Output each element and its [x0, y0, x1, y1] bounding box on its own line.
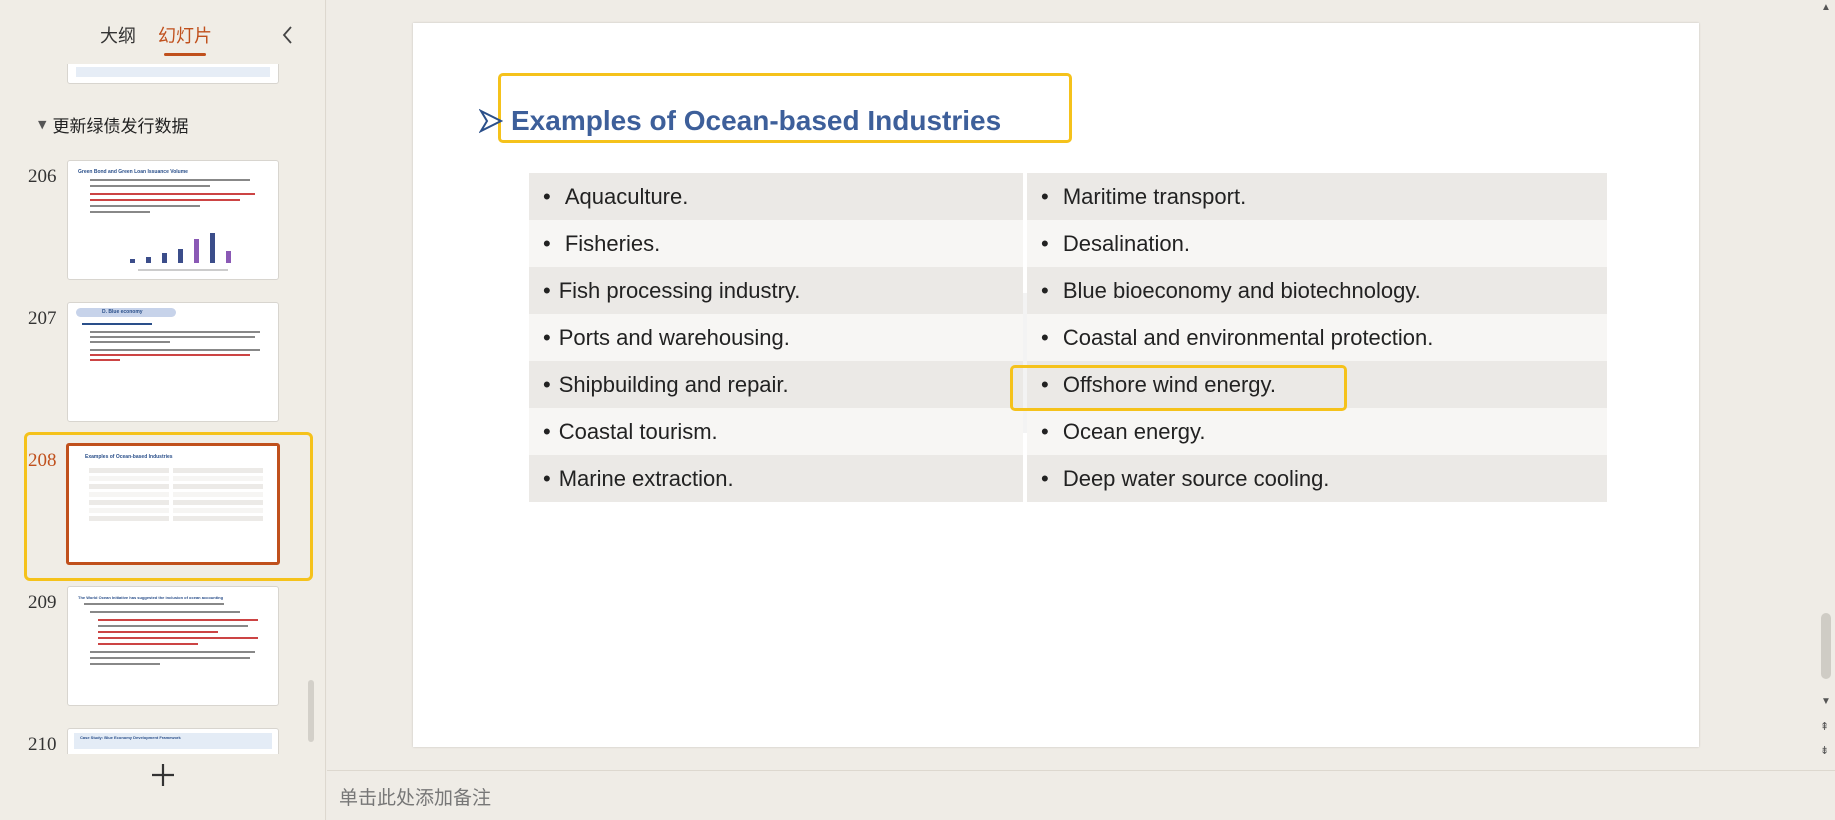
- panel-tabs: 大纲 幻灯片: [100, 22, 212, 56]
- slide-thumbnail-209[interactable]: The World Ocean Initiative has suggested…: [67, 586, 279, 706]
- plus-icon[interactable]: [148, 760, 178, 790]
- thumbnail-title: Case Study: Blue Economy Development Fra…: [80, 735, 181, 740]
- table-cell[interactable]: • Coastal and environmental protection.: [1027, 314, 1607, 361]
- thumbnail-title: Examples of Ocean-based Industries: [85, 454, 173, 460]
- table-cell[interactable]: • Fisheries.: [529, 220, 1023, 267]
- vertical-scrollbar[interactable]: ▲ ▼ ⇞ ⇟: [1817, 0, 1835, 800]
- table-cell[interactable]: • Maritime transport.: [1027, 173, 1607, 220]
- scroll-up-icon[interactable]: ▲: [1821, 2, 1831, 13]
- previous-slide-icon[interactable]: ⇞: [1820, 720, 1829, 733]
- slide-number: 208: [28, 450, 57, 471]
- slide-number: 209: [28, 592, 57, 613]
- table-cell[interactable]: • Desalination.: [1027, 220, 1607, 267]
- section-title: 更新绿债发行数据: [52, 117, 189, 137]
- slide-number: 207: [28, 308, 57, 329]
- thumbnail-title: D. Blue economy: [102, 309, 143, 315]
- slide-editor[interactable]: Examples of Ocean-based Industries • Aqu…: [327, 0, 1817, 770]
- scroll-down-icon[interactable]: ▼: [1821, 696, 1831, 707]
- table-cell[interactable]: • Fish processing industry.: [529, 267, 1023, 314]
- table-cell[interactable]: • Aquaculture.: [529, 173, 1023, 220]
- slide-thumbnail-206[interactable]: Green Bond and Green Loan Issuance Volum…: [67, 160, 279, 280]
- tab-outline[interactable]: 大纲: [100, 22, 136, 56]
- chevron-left-icon[interactable]: [280, 24, 296, 46]
- thumbnail-title: Green Bond and Green Loan Issuance Volum…: [78, 169, 188, 175]
- table-row: • Aquaculture. • Maritime transport.: [529, 173, 1607, 220]
- slide-number: 206: [28, 166, 57, 187]
- table-cell[interactable]: • Coastal tourism.: [529, 408, 1023, 455]
- table-cell[interactable]: • Shipbuilding and repair.: [529, 361, 1023, 408]
- tab-slides[interactable]: 幻灯片: [158, 22, 212, 56]
- slides-panel: 大纲 幻灯片 ▼ 更新绿债发行数据 206 Green Bond and Gre…: [0, 0, 326, 820]
- thumbnail-list[interactable]: ▼ 更新绿债发行数据 206 Green Bond and Green Loan…: [0, 64, 320, 754]
- table-cell[interactable]: • Blue bioeconomy and biotechnology.: [1027, 267, 1607, 314]
- panel-scrollbar[interactable]: [308, 680, 314, 742]
- table-cell[interactable]: • Ports and warehousing.: [529, 314, 1023, 361]
- slide-canvas[interactable]: Examples of Ocean-based Industries • Aqu…: [413, 23, 1699, 747]
- caret-down-icon[interactable]: ▼: [38, 118, 46, 131]
- notes-placeholder[interactable]: 单击此处添加备注: [339, 783, 491, 810]
- table-row: • Fisheries. • Desalination.: [529, 220, 1607, 267]
- table-row: • Fish processing industry. • Blue bioeco…: [529, 267, 1607, 314]
- slide-title[interactable]: Examples of Ocean-based Industries: [511, 105, 1001, 137]
- notes-area[interactable]: 单击此处添加备注: [327, 770, 1835, 820]
- industries-table[interactable]: • Aquaculture. • Maritime transport. • F…: [529, 173, 1607, 502]
- arrow-bullet-icon: [479, 108, 503, 134]
- slide-thumbnail-210[interactable]: Case Study: Blue Economy Development Fra…: [67, 728, 279, 754]
- table-cell[interactable]: • Deep water source cooling.: [1027, 455, 1607, 502]
- section-header[interactable]: ▼ 更新绿债发行数据: [38, 112, 188, 137]
- slide-title-row: Examples of Ocean-based Industries: [479, 105, 1001, 137]
- table-cell[interactable]: • Marine extraction.: [529, 455, 1023, 502]
- cell-highlight: [1010, 365, 1347, 411]
- thumbnail-title: The World Ocean Initiative has suggested…: [78, 595, 224, 600]
- next-slide-icon[interactable]: ⇟: [1820, 744, 1829, 757]
- slide-number: 210: [28, 734, 57, 754]
- scrollbar-thumb[interactable]: [1821, 613, 1831, 679]
- slide-thumbnail-207[interactable]: D. Blue economy: [67, 302, 279, 422]
- table-row: • Ports and warehousing. • Coastal and en…: [529, 314, 1607, 361]
- table-cell[interactable]: • Ocean energy.: [1027, 408, 1607, 455]
- slide-thumbnail-208[interactable]: Examples of Ocean-based Industries: [66, 443, 280, 565]
- table-row: • Marine extraction. • Deep water source …: [529, 455, 1607, 502]
- table-row: • Coastal tourism. • Ocean energy.: [529, 408, 1607, 455]
- slide-thumbnail-partial[interactable]: [67, 64, 279, 84]
